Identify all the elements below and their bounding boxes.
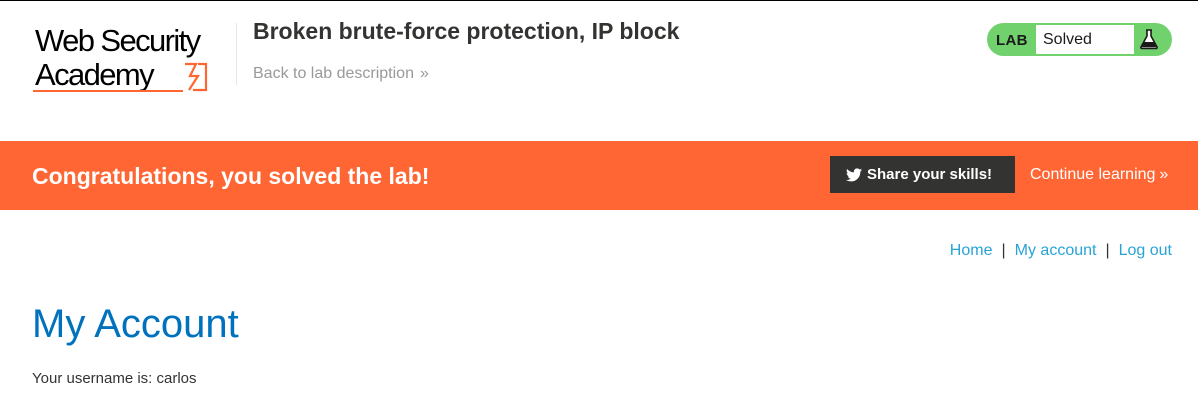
nav-separator: |: [1105, 242, 1110, 259]
nav-separator: |: [1001, 242, 1006, 259]
academy-bolt-icon: [185, 62, 208, 92]
page-title: My Account: [32, 302, 239, 346]
nav-log-out-link[interactable]: Log out: [1119, 242, 1172, 259]
double-chevron-right-icon: »: [419, 65, 429, 82]
lab-title: Broken brute-force protection, IP block: [253, 18, 680, 44]
logo-text-line1: Web Security: [35, 23, 201, 58]
lab-status-value: Solved: [1043, 31, 1092, 48]
congratulations-message: Congratulations, you solved the lab!: [32, 163, 430, 189]
share-your-skills-button[interactable]: Share your skills!: [830, 156, 1015, 193]
logo-text-line2: Academy: [35, 57, 155, 92]
lab-header: Web Security Academy Broken brute-force …: [0, 1, 1198, 141]
double-chevron-right-icon: »: [1159, 166, 1169, 183]
logo-underline: [33, 90, 183, 92]
solved-notification-banner: Congratulations, you solved the lab! Sha…: [0, 141, 1198, 210]
username-display: Your username is: carlos: [32, 370, 197, 387]
web-security-academy-logo[interactable]: Web Security Academy: [33, 21, 238, 95]
nav-my-account-link[interactable]: My account: [1015, 242, 1097, 259]
twitter-icon: [846, 168, 862, 182]
continue-learning-link[interactable]: Continue learning»: [1030, 166, 1168, 184]
back-link-label: Back to lab description: [253, 65, 414, 82]
share-button-label: Share your skills!: [867, 166, 993, 183]
back-to-lab-description-link[interactable]: Back to lab description »: [253, 65, 429, 83]
header-divider: [236, 23, 237, 85]
lab-status-badge: LAB Solved: [987, 23, 1172, 56]
account-navigation: Home | My account | Log out: [950, 242, 1172, 260]
lab-status-label: LAB: [996, 32, 1028, 49]
lab-status-value-box: Solved: [1036, 25, 1134, 54]
flask-icon: [1140, 29, 1158, 50]
continue-learning-label: Continue learning: [1030, 166, 1156, 183]
nav-home-link[interactable]: Home: [950, 242, 993, 259]
